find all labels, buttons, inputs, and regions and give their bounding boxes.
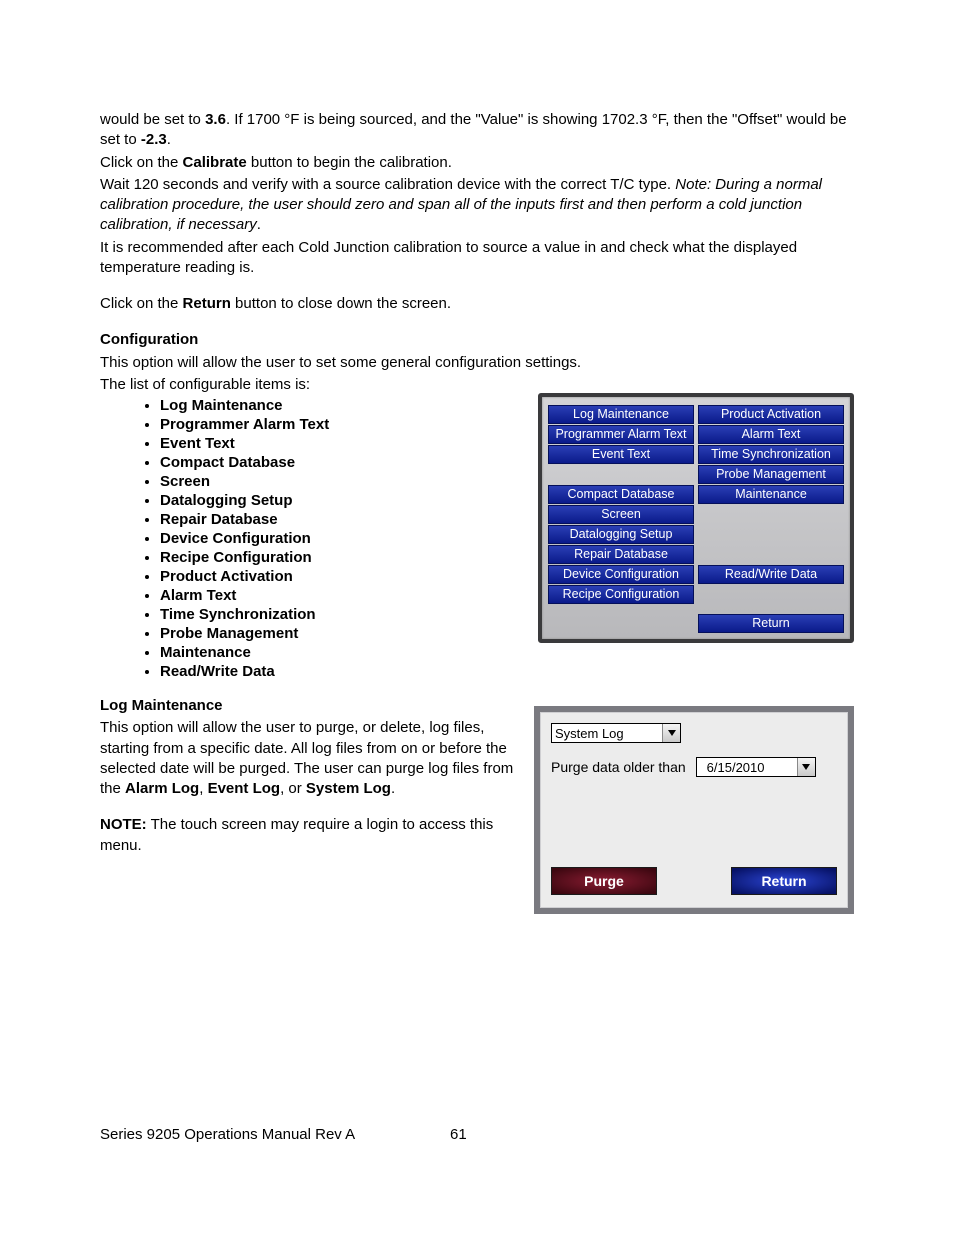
menu-read-write-data[interactable]: Read/Write Data [698,565,844,584]
menu-recipe-configuration[interactable]: Recipe Configuration [548,585,694,604]
log-maintenance-panel: System Log Purge data older than 6/15/20… [534,706,854,914]
menu-maintenance[interactable]: Maintenance [698,485,844,504]
menu-blank [698,545,844,562]
menu-alarm-text[interactable]: Alarm Text [698,425,844,444]
date-dropdown[interactable]: 6/15/2010 [696,757,816,777]
menu-blank [548,465,694,482]
menu-blank [698,505,844,522]
paragraph-recommend: It is recommended after each Cold Juncti… [100,238,854,279]
purge-label: Purge data older than [551,759,686,775]
chevron-down-icon [662,724,680,742]
menu-screen[interactable]: Screen [548,505,694,524]
log-type-dropdown[interactable]: System Log [551,723,681,743]
menu-product-activation[interactable]: Product Activation [698,405,844,424]
menu-blank [698,585,844,602]
paragraph-return: Click on the Return button to close down… [100,294,854,314]
config-menu-panel: Log Maintenance Product Activation Progr… [538,393,854,643]
menu-repair-database[interactable]: Repair Database [548,545,694,564]
list-item: Read/Write Data [160,663,854,680]
menu-time-synchronization[interactable]: Time Synchronization [698,445,844,464]
menu-event-text[interactable]: Event Text [548,445,694,464]
return-button[interactable]: Return [731,867,837,895]
page-number: 61 [450,1126,467,1143]
purge-button[interactable]: Purge [551,867,657,895]
menu-blank [698,525,844,542]
page-footer: Series 9205 Operations Manual Rev A 61 [100,1126,854,1143]
paragraph-config-list-intro: The list of configurable items is: [100,375,854,395]
menu-return-button[interactable]: Return [698,614,844,633]
footer-title: Series 9205 Operations Manual Rev A [100,1126,355,1143]
dropdown-value: System Log [552,726,662,741]
paragraph-offset: would be set to 3.6. If 1700 °F is being… [100,110,854,151]
dropdown-value: 6/15/2010 [697,760,797,775]
menu-compact-database[interactable]: Compact Database [548,485,694,504]
chevron-down-icon [797,758,815,776]
menu-log-maintenance[interactable]: Log Maintenance [548,405,694,424]
paragraph-calibrate: Click on the Calibrate button to begin t… [100,153,854,173]
paragraph-wait: Wait 120 seconds and verify with a sourc… [100,175,854,236]
list-item: Maintenance [160,644,854,661]
menu-datalogging-setup[interactable]: Datalogging Setup [548,525,694,544]
menu-programmer-alarm-text[interactable]: Programmer Alarm Text [548,425,694,444]
heading-configuration: Configuration [100,330,854,350]
menu-device-configuration[interactable]: Device Configuration [548,565,694,584]
paragraph-config-desc: This option will allow the user to set s… [100,353,854,373]
menu-probe-management[interactable]: Probe Management [698,465,844,484]
